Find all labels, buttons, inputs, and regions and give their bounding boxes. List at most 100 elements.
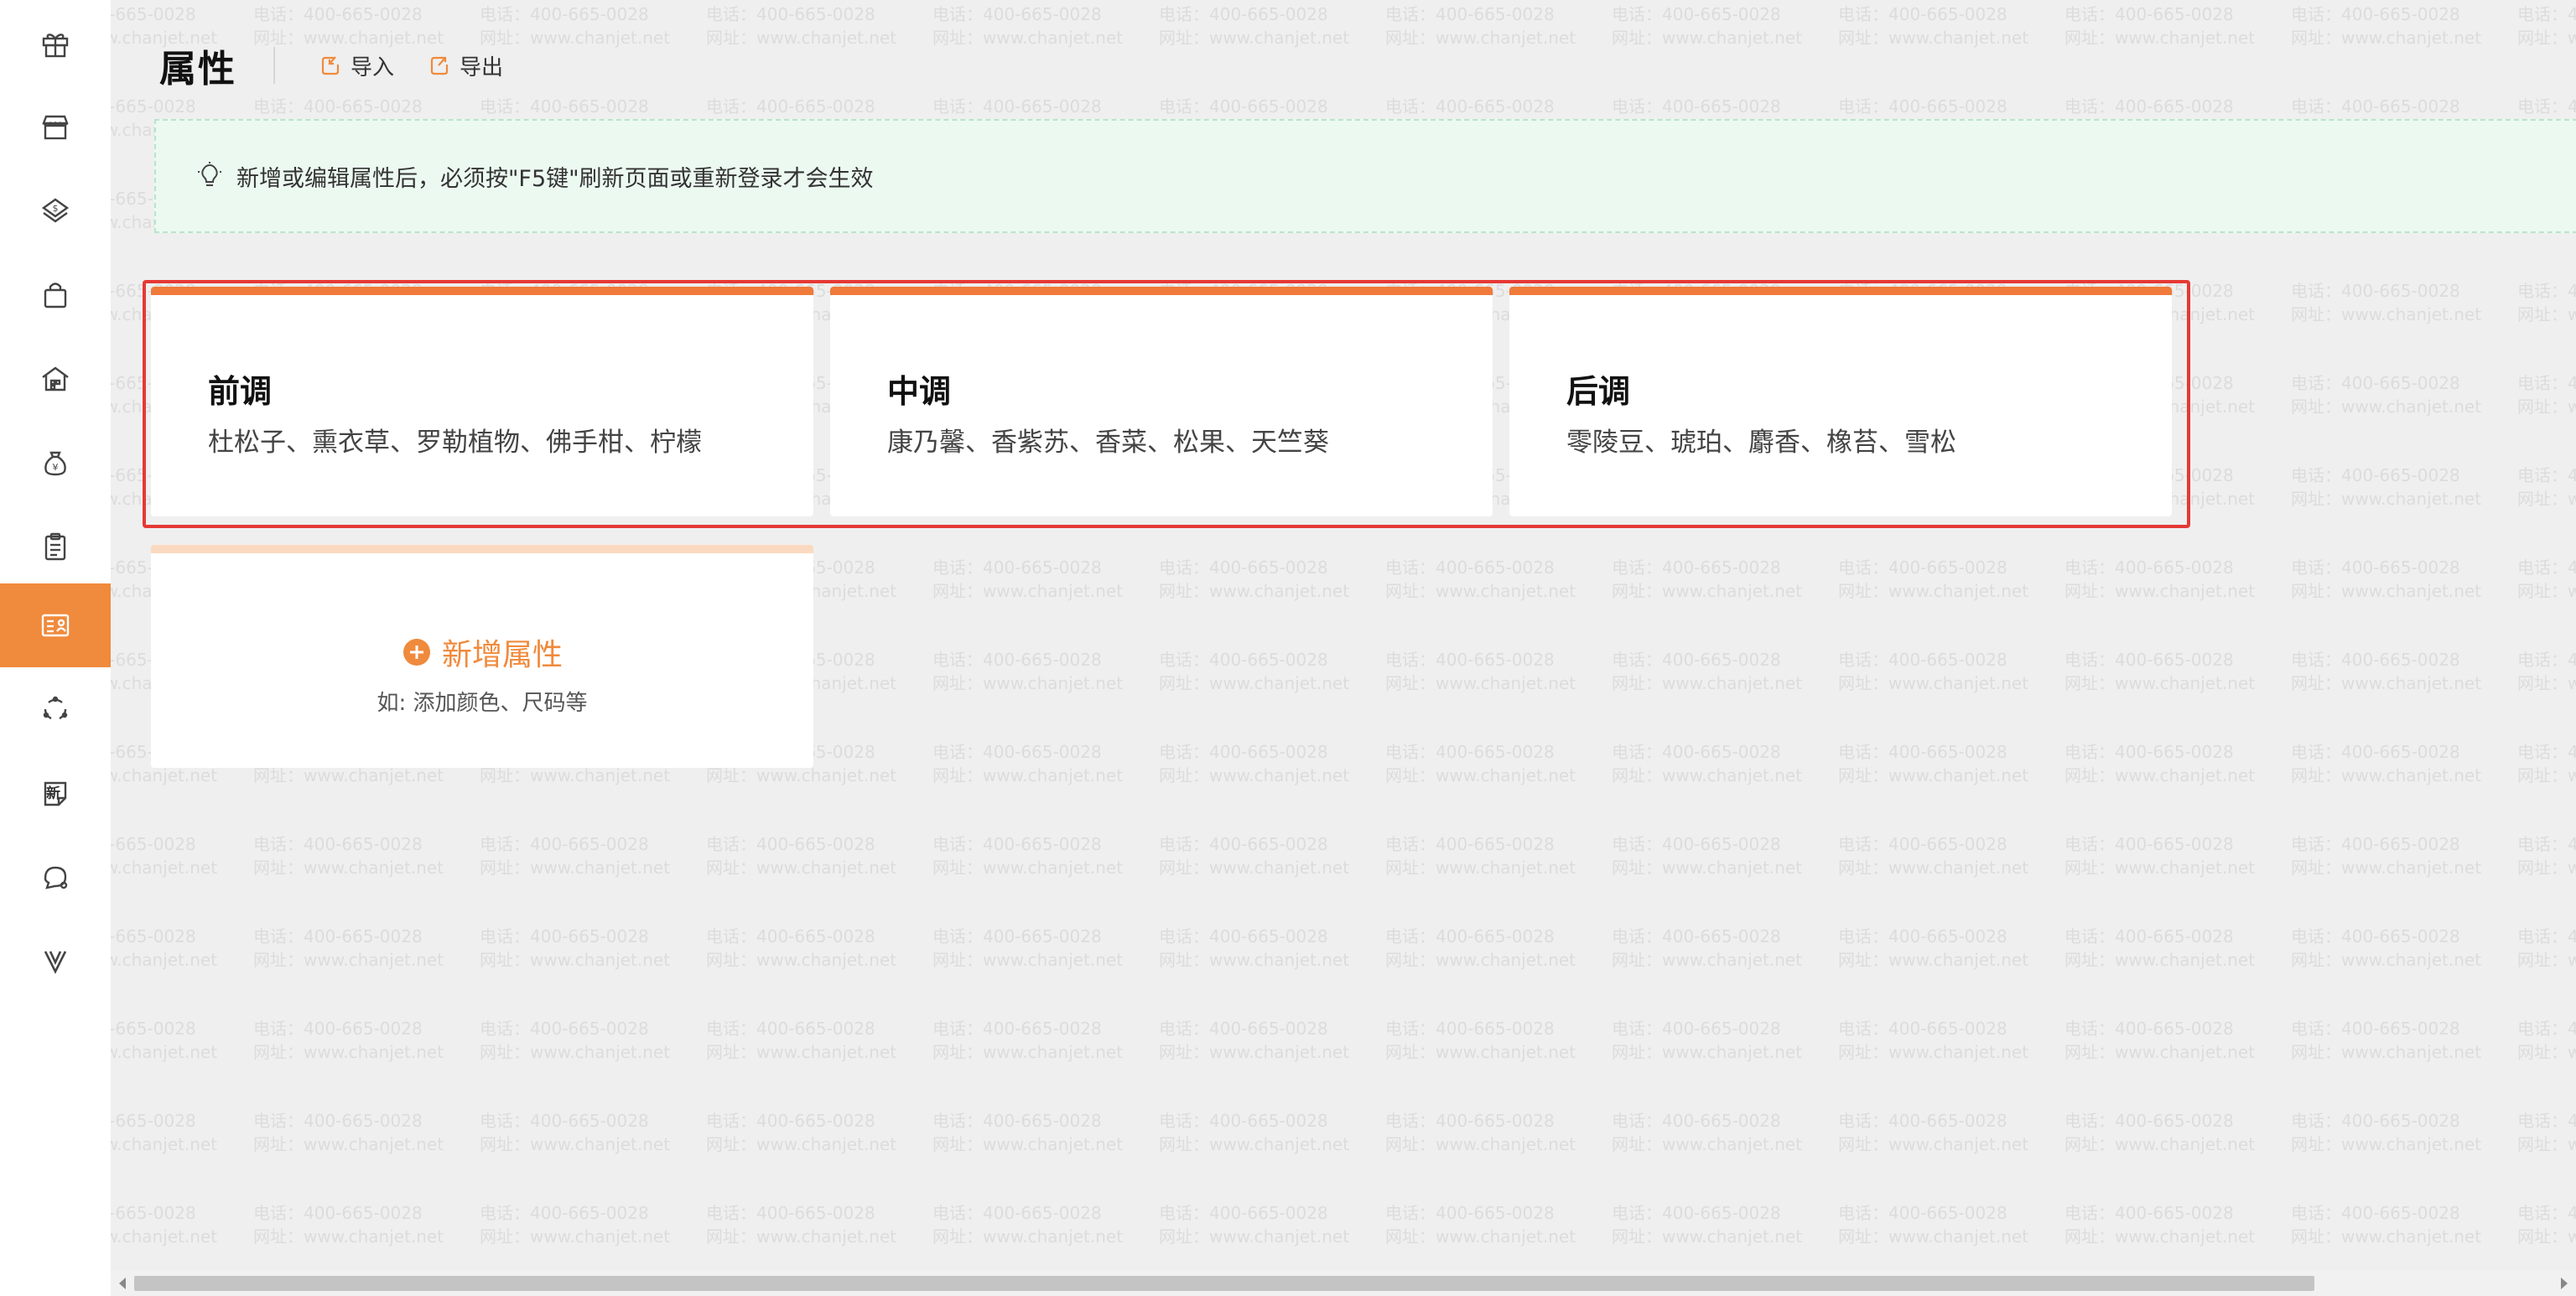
watermark-site: 网址：www.chanjet.net: [1159, 673, 1349, 693]
watermark-site: 网址：www.chanjet.net: [1159, 581, 1349, 601]
watermark-phone: 电话：400-665-0028: [932, 96, 1102, 117]
import-button[interactable]: 导入: [319, 50, 394, 81]
watermark-site: 网址：www.chanjet.net: [111, 1134, 217, 1154]
watermark-site: 网址：www.chanjet.net: [2291, 28, 2481, 48]
svg-text:$: $: [53, 203, 59, 214]
sidebar: $ ¥ 新: [0, 0, 111, 1296]
watermark-phone: 电话：400-665-0028: [932, 834, 1102, 854]
nav-reports[interactable]: [0, 505, 111, 588]
watermark-phone: 电话：400-665-0028: [2291, 834, 2460, 854]
nav-store[interactable]: [0, 86, 111, 169]
watermark-phone: 电话：400-665-0028: [2064, 1019, 2234, 1039]
watermark-site: 网址：www.chanjet.net: [1612, 1134, 1802, 1154]
nav-cycle[interactable]: [0, 667, 111, 751]
watermark-phone: 电话：400-665-0028: [1612, 742, 1781, 762]
watermark-site: 网址：www.chanjet.net: [932, 858, 1123, 878]
watermark-site: 网址：www.chanjet.net: [1612, 858, 1802, 878]
add-attribute-card[interactable]: 新增属性 如: 添加颜色、尺码等: [151, 545, 813, 768]
attribute-card[interactable]: 前调 杜松子、熏衣草、罗勒植物、佛手柑、柠檬: [151, 287, 813, 516]
watermark-site: 网址：www.chanjet.net: [706, 858, 896, 878]
watermark-phone: 电话：400-665-0028: [2291, 4, 2460, 24]
page-title: 属性: [159, 48, 236, 91]
watermark-site: 网址：www.chanjet.net: [932, 1042, 1123, 1062]
watermark-phone: 电话：400-665-0028: [1159, 1111, 1328, 1131]
watermark-phone: 电话：400-665-0028: [2291, 1111, 2460, 1131]
watermark-phone: 电话：400-665-0028: [2064, 1203, 2234, 1223]
nav-orders[interactable]: [0, 253, 111, 337]
watermark-site: 网址：www.chanjet.net: [1838, 673, 2028, 693]
watermark-phone: 电话：400-665-0028: [1838, 926, 2007, 946]
page-header: 属性 导入 导出: [159, 40, 537, 91]
horizontal-scrollbar[interactable]: [111, 1271, 2576, 1296]
watermark-site: 网址：www.chanjet.net: [111, 1226, 217, 1247]
watermark-phone: 电话：400-665-0028: [1159, 1203, 1328, 1223]
attribute-card-icon: [41, 614, 70, 637]
nav-chat[interactable]: [0, 835, 111, 919]
watermark-phone: 电话：400-665-0028: [1159, 650, 1328, 670]
watermark-phone: 电话：400-665-0028: [1159, 1019, 1328, 1039]
watermark-phone: 电话：400-665-0028: [111, 4, 196, 24]
watermark-site: 网址：www.chanjet.net: [2291, 1134, 2481, 1154]
watermark-phone: 电话：400-665-0028: [480, 1019, 649, 1039]
watermark-phone: 电话：400-665-0028: [253, 834, 423, 854]
clipboard-icon: [44, 532, 66, 561]
watermark-site: 网址：www.chanjet.net: [1385, 765, 1576, 785]
watermark-site: 网址：www.chanjet.net: [480, 1042, 670, 1062]
watermark-phone: 电话：400-665-0028: [2517, 557, 2576, 578]
nav-gift[interactable]: [0, 2, 111, 86]
plus-circle-icon: [402, 639, 430, 666]
watermark-site: 网址：www.chanjet.net: [1385, 28, 1576, 48]
watermark-phone: 电话：400-665-0028: [932, 1203, 1102, 1223]
watermark-phone: 电话：400-665-0028: [2517, 281, 2576, 301]
scroll-left-icon[interactable]: [119, 1278, 126, 1289]
watermark-site: 网址：www.chanjet.net: [2291, 673, 2481, 693]
watermark-phone: 电话：400-665-0028: [1612, 1111, 1781, 1131]
watermark-phone: 电话：400-665-0028: [1159, 742, 1328, 762]
import-label: 导入: [351, 54, 395, 80]
new-badge-label: 新: [46, 785, 60, 802]
watermark-site: 网址：www.chanjet.net: [2291, 950, 2481, 970]
watermark-phone: 电话：400-665-0028: [1612, 557, 1781, 578]
export-button[interactable]: 导出: [428, 50, 503, 81]
watermark-site: 网址：www.chanjet.net: [2517, 581, 2576, 601]
watermark-site: 网址：www.chanjet.net: [2291, 765, 2481, 785]
svg-text:¥: ¥: [53, 462, 59, 473]
watermark-phone: 电话：400-665-0028: [706, 834, 875, 854]
watermark-phone: 电话：400-665-0028: [111, 1019, 196, 1039]
nav-attributes[interactable]: [0, 583, 111, 667]
watermark-phone: 电话：400-665-0028: [1838, 834, 2007, 854]
attribute-card[interactable]: 后调 零陵豆、琥珀、麝香、橡苔、雪松: [1509, 287, 2172, 516]
watermark-phone: 电话：400-665-0028: [706, 1019, 875, 1039]
watermark-phone: 电话：400-665-0028: [480, 96, 649, 117]
watermark-site: 网址：www.chanjet.net: [1385, 950, 1576, 970]
watermark-site: 网址：www.chanjet.net: [1612, 28, 1802, 48]
nav-new[interactable]: 新: [0, 751, 111, 835]
watermark-site: 网址：www.chanjet.net: [2291, 397, 2481, 417]
watermark-phone: 电话：400-665-0028: [111, 96, 196, 117]
scrollbar-thumb[interactable]: [134, 1276, 2314, 1291]
nav-finance[interactable]: $: [0, 169, 111, 253]
v-logo-icon: [44, 951, 67, 974]
add-attribute-button[interactable]: 新增属性: [151, 630, 813, 674]
watermark-phone: 电话：400-665-0028: [1838, 1111, 2007, 1131]
scroll-right-icon[interactable]: [2561, 1278, 2568, 1289]
watermark-site: 网址：www.chanjet.net: [1838, 28, 2028, 48]
watermark-phone: 电话：400-665-0028: [1612, 650, 1781, 670]
watermark-phone: 电话：400-665-0028: [1612, 1203, 1781, 1223]
watermark-phone: 电话：400-665-0028: [2291, 650, 2460, 670]
watermark-phone: 电话：400-665-0028: [2291, 557, 2460, 578]
watermark-phone: 电话：400-665-0028: [2064, 834, 2234, 854]
watermark-site: 网址：www.chanjet.net: [1385, 1042, 1576, 1062]
watermark-site: 网址：www.chanjet.net: [480, 1134, 670, 1154]
watermark-site: 网址：www.chanjet.net: [2291, 489, 2481, 509]
attribute-card[interactable]: 中调 康乃馨、香紫苏、香菜、松果、天竺葵: [830, 287, 1493, 516]
watermark-site: 网址：www.chanjet.net: [2064, 1042, 2255, 1062]
watermark-phone: 电话：400-665-0028: [1385, 926, 1555, 946]
nav-funds[interactable]: ¥: [0, 421, 111, 505]
nav-warehouse[interactable]: [0, 337, 111, 421]
add-attribute-label: 新增属性: [441, 638, 563, 672]
watermark-site: 网址：www.chanjet.net: [1612, 950, 1802, 970]
nav-brand[interactable]: [0, 919, 111, 1003]
watermark-phone: 电话：400-665-0028: [1159, 96, 1328, 117]
watermark-phone: 电话：400-665-0028: [932, 4, 1102, 24]
